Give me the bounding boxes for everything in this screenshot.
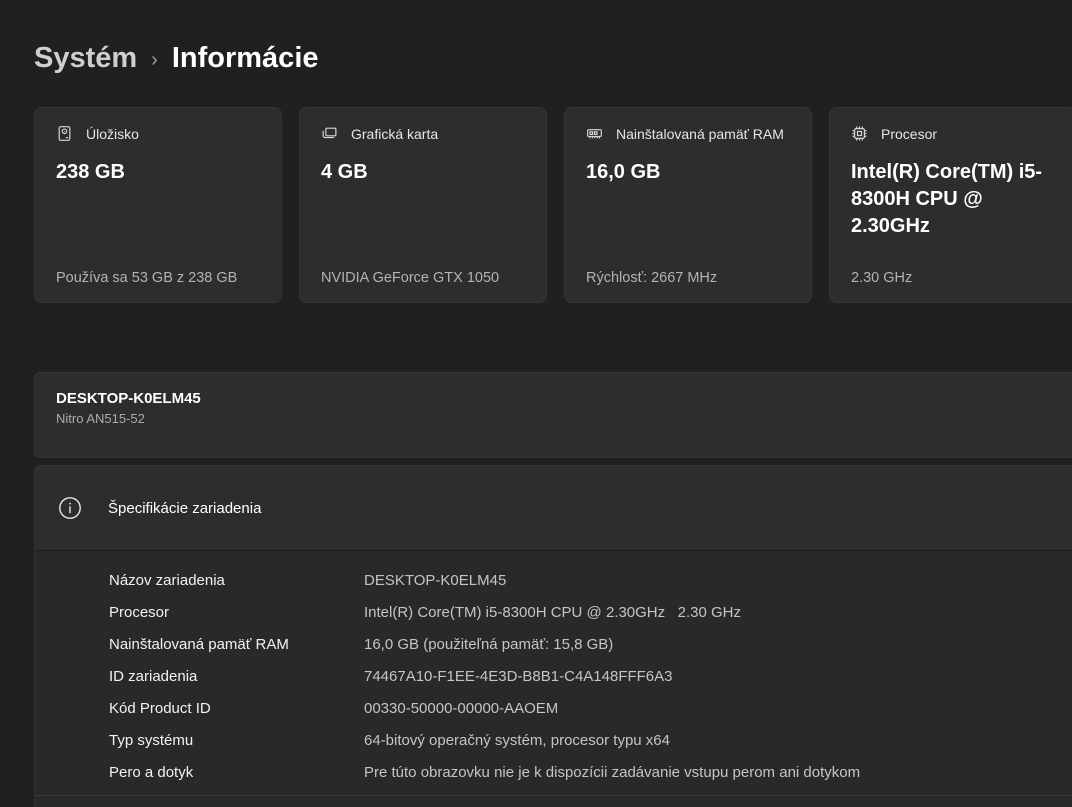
spec-row-device-id: ID zariadenia 74467A10-F1EE-4E3D-B8B1-C4… bbox=[109, 667, 673, 685]
spec-row-ram: Nainštalovaná pamäť RAM 16,0 GB (použite… bbox=[109, 635, 614, 653]
card-processor: Procesor Intel(R) Core(TM) i5-8300H CPU … bbox=[829, 107, 1072, 303]
divider bbox=[35, 795, 1072, 796]
info-icon bbox=[58, 496, 82, 520]
spec-row-system-type: Typ systému 64-bitový operačný systém, p… bbox=[109, 731, 670, 749]
card-value: 4 GB bbox=[321, 161, 368, 183]
spec-row-device-name: Názov zariadenia DESKTOP-K0ELM45 bbox=[109, 571, 507, 589]
card-title: Grafická karta bbox=[351, 125, 439, 142]
breadcrumb-parent-system[interactable]: Systém bbox=[34, 42, 137, 75]
cpu-icon bbox=[851, 125, 868, 142]
card-value: Intel(R) Core(TM) i5-8300H CPU @ 2.30GHz bbox=[851, 161, 1043, 237]
device-model: Nitro AN515-52 bbox=[56, 411, 145, 426]
card-footer: Používa sa 53 GB z 238 GB bbox=[56, 270, 238, 286]
card-ram: Nainštalovaná pamäť RAM 16,0 GB Rýchlosť… bbox=[564, 107, 812, 303]
harddrive-icon bbox=[56, 125, 73, 142]
page-title: Informácie bbox=[171, 42, 319, 74]
device-name: DESKTOP-K0ELM45 bbox=[56, 390, 201, 407]
ram-icon bbox=[586, 125, 603, 142]
device-name-card: DESKTOP-K0ELM45 Nitro AN515-52 bbox=[34, 372, 1072, 458]
card-footer: 2.30 GHz bbox=[851, 270, 913, 286]
gpu-icon bbox=[321, 125, 338, 142]
card-value: 238 GB bbox=[56, 161, 125, 183]
chevron-right-icon: › bbox=[151, 48, 158, 71]
card-value: 16,0 GB bbox=[586, 161, 661, 183]
device-specifications-expander[interactable]: Špecifikácie zariadenia bbox=[35, 466, 1072, 551]
card-graphics: Grafická karta 4 GB NVIDIA GeForce GTX 1… bbox=[299, 107, 547, 303]
card-title: Nainštalovaná pamäť RAM bbox=[616, 125, 784, 142]
spec-table: Názov zariadenia DESKTOP-K0ELM45 Proceso… bbox=[35, 551, 1072, 796]
spec-row-processor: Procesor Intel(R) Core(TM) i5-8300H CPU … bbox=[109, 603, 741, 621]
breadcrumb: Systém › Informácie bbox=[34, 42, 319, 75]
card-footer: Rýchlosť: 2667 MHz bbox=[586, 270, 718, 286]
spec-row-pen-touch: Pero a dotyk Pre túto obrazovku nie je k… bbox=[109, 763, 861, 781]
card-storage: Úložisko 238 GB Používa sa 53 GB z 238 G… bbox=[34, 107, 282, 303]
card-title: Úložisko bbox=[86, 125, 139, 142]
card-footer: NVIDIA GeForce GTX 1050 bbox=[321, 270, 500, 286]
device-specifications-card: Špecifikácie zariadenia Názov zariadenia… bbox=[34, 465, 1072, 807]
section-title: Špecifikácie zariadenia bbox=[108, 499, 262, 517]
spec-row-product-id: Kód Product ID 00330-50000-00000-AAOEM bbox=[109, 699, 559, 717]
summary-cards-row: Úložisko 238 GB Používa sa 53 GB z 238 G… bbox=[34, 107, 1072, 303]
card-title: Procesor bbox=[881, 125, 938, 142]
